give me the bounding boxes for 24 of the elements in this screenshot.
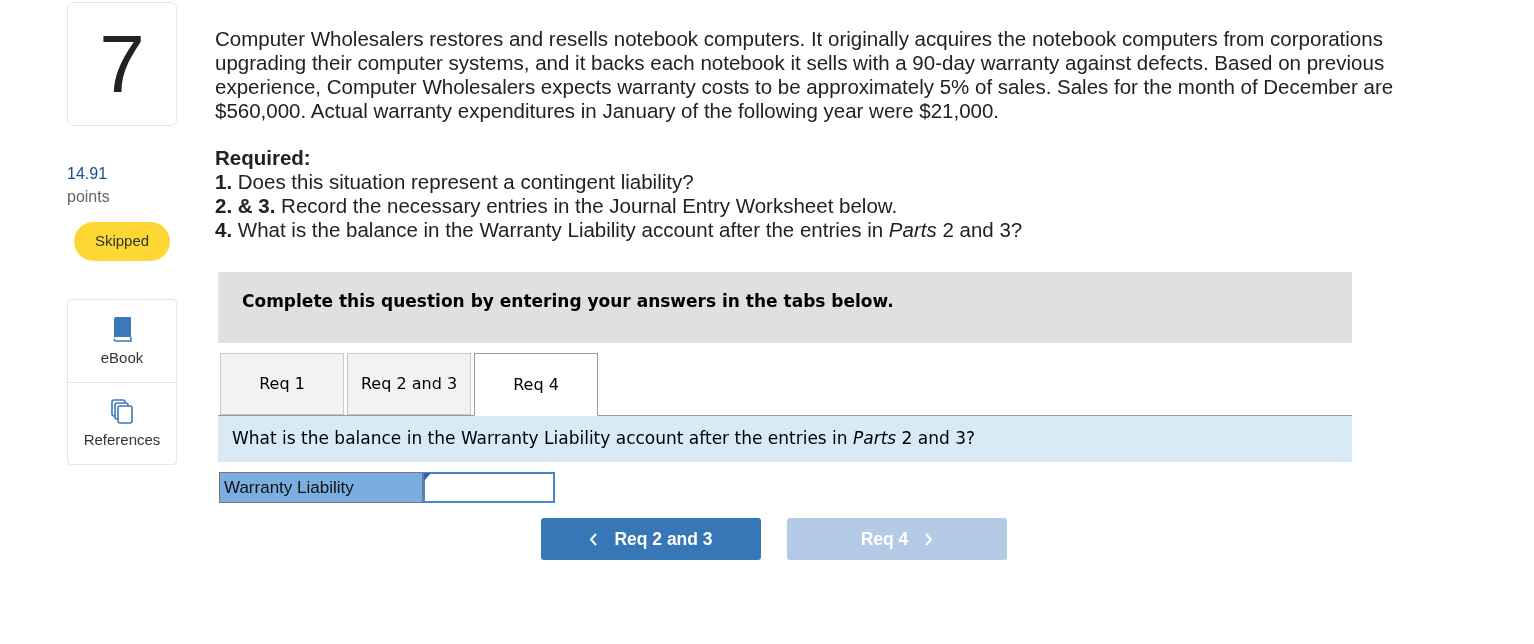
problem-text: Computer Wholesalers restores and resells notebook computers. It originally acquires the notebook computers from corporations upgrading their computer systems, and it backs each notebook it sells with a 90-day warranty against defects. Based on previous experience, Computer Wholesalers expects warranty costs to be approximately 5% of sales. Sales for the month of December are $560,000. Actual warranty expenditures in January of the following year were $21,000.	[215, 27, 1395, 123]
answer-input-field[interactable]	[423, 472, 555, 503]
account-label: Warranty Liability	[219, 472, 423, 503]
points-label: points	[67, 187, 110, 207]
points-value: 14.91	[67, 164, 108, 184]
requirement-text: 2. & 3. Record the necessary entries in the Journal Entry Worksheet below.	[215, 194, 898, 218]
requirement-text: 1. Does this situation represent a contingent liability?	[215, 170, 694, 194]
prompt-text: What is the balance in the Warranty Liability account after the entries in Parts 2 and 3?	[232, 427, 976, 451]
requirement-text: 4. What is the balance in the Warranty Liability account after the entries in Parts 2 and 3?	[215, 218, 1023, 242]
required-heading: Required:	[215, 146, 311, 170]
ebook-link[interactable]: eBook	[68, 300, 176, 382]
corner-marker-icon	[424, 473, 431, 481]
instruction-text: Complete this question by entering your answers in the tabs below.	[242, 291, 894, 311]
tab[interactable]: Req 4	[474, 353, 598, 416]
previous-button[interactable]: Req 2 and 3	[541, 518, 761, 560]
references-link[interactable]: References	[68, 382, 176, 464]
tab[interactable]: Req 2 and 3	[347, 353, 471, 415]
book-icon	[111, 316, 133, 342]
chevron-right-icon	[924, 532, 934, 546]
chevron-left-icon	[589, 532, 599, 546]
question-number: 7	[99, 23, 145, 105]
status-badge: Skipped	[74, 222, 170, 261]
stacked-pages-icon	[111, 399, 133, 424]
tab[interactable]: Req 1	[220, 353, 344, 415]
